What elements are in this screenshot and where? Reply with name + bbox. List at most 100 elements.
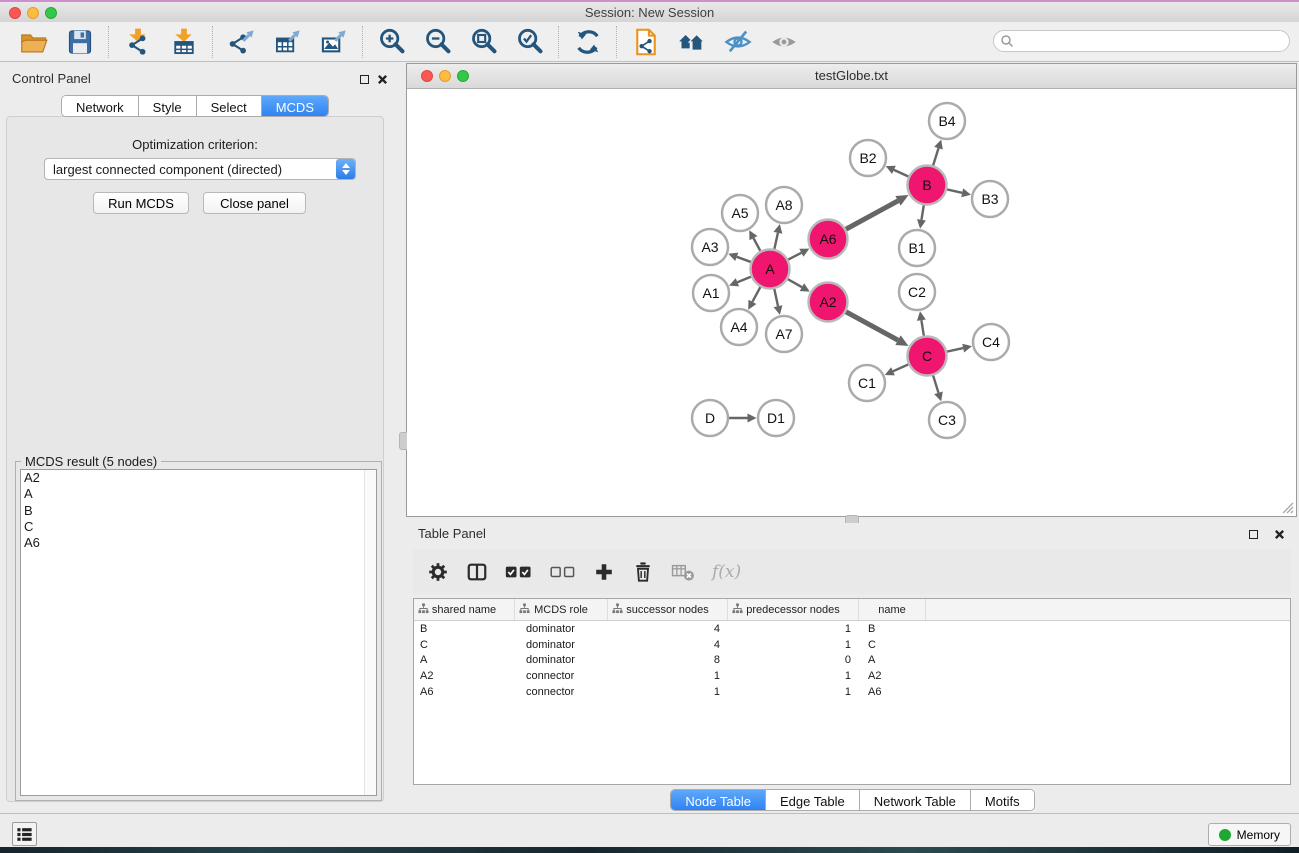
table-cell[interactable]: 1 — [608, 670, 728, 682]
table-settings-button[interactable] — [427, 561, 449, 583]
network-document-button[interactable] — [627, 25, 665, 59]
table-row[interactable]: Cdominator41C — [414, 637, 1290, 653]
column-header-label: predecessor nodes — [746, 604, 840, 616]
add-column-button[interactable] — [593, 561, 615, 583]
column-header-name[interactable]: name — [859, 599, 926, 620]
mcds-result-item[interactable]: A2 — [21, 470, 376, 486]
table-cell[interactable]: A6 — [414, 686, 515, 698]
mcds-result-item[interactable]: B — [21, 503, 376, 519]
table-cell[interactable]: A — [414, 654, 515, 666]
table-row[interactable]: Adominator80A — [414, 652, 1290, 668]
export-table-button[interactable] — [269, 25, 307, 59]
function-builder-icon: f(x) — [712, 562, 741, 582]
graphics-details-button[interactable] — [719, 25, 757, 59]
search-icon — [1000, 34, 1014, 48]
table-cell[interactable]: 4 — [608, 639, 728, 651]
zoom-fit-button[interactable] — [465, 25, 503, 59]
memory-button[interactable]: Memory — [1208, 823, 1291, 846]
table-cell[interactable]: connector — [515, 670, 608, 682]
node-label-A2: A2 — [819, 294, 836, 310]
import-table-button[interactable] — [165, 25, 203, 59]
table-cell[interactable]: 4 — [608, 623, 728, 635]
open-session-button[interactable] — [15, 25, 53, 59]
table-cell[interactable]: dominator — [515, 639, 608, 651]
task-history-button[interactable] — [12, 822, 37, 846]
table-cell[interactable]: A — [859, 654, 926, 666]
table-cell[interactable]: 1 — [728, 639, 859, 651]
edge-arrowhead — [961, 188, 971, 197]
run-mcds-button[interactable]: Run MCDS — [93, 192, 189, 214]
optimization-criterion-select[interactable]: largest connected component (directed) — [44, 158, 356, 180]
scrollbar-track[interactable] — [364, 470, 376, 795]
table-tab-motifs[interactable]: Motifs — [970, 790, 1034, 810]
split-divider-handle-left[interactable] — [399, 432, 407, 450]
table-cell[interactable]: A2 — [414, 670, 515, 682]
table-cell[interactable]: 1 — [728, 686, 859, 698]
table-cell[interactable]: B — [859, 623, 926, 635]
table-cell[interactable]: C — [414, 639, 515, 651]
table-cell[interactable]: dominator — [515, 654, 608, 666]
export-network-button[interactable] — [223, 25, 261, 59]
delete-column-button[interactable] — [632, 561, 654, 583]
table-cell[interactable]: A2 — [859, 670, 926, 682]
edge-arrowhead — [934, 140, 943, 150]
toolbar-group — [214, 25, 362, 59]
table-tab-network-table[interactable]: Network Table — [859, 790, 970, 810]
deselect-all-button[interactable] — [550, 565, 576, 579]
tab-group: NetworkStyleSelectMCDS — [61, 95, 329, 117]
control-panel-close-button[interactable] — [374, 72, 390, 86]
table-cell[interactable]: 1 — [608, 686, 728, 698]
zoom-selected-button[interactable] — [511, 25, 549, 59]
column-header-MCDS-role[interactable]: MCDS role — [515, 599, 608, 620]
table-cell[interactable]: 8 — [608, 654, 728, 666]
network-window-titlebar[interactable]: testGlobe.txt — [407, 64, 1296, 89]
home-views-button[interactable] — [673, 25, 711, 59]
table-row[interactable]: A6connector11A6 — [414, 684, 1290, 700]
tab-style[interactable]: Style — [138, 96, 196, 116]
mcds-result-item[interactable]: A — [21, 486, 376, 502]
table-cell[interactable]: 1 — [728, 670, 859, 682]
resize-grip[interactable] — [1278, 498, 1294, 514]
table-cell[interactable]: 0 — [728, 654, 859, 666]
close-panel-button[interactable]: Close panel — [203, 192, 306, 214]
save-session-button[interactable] — [61, 25, 99, 59]
search-field[interactable] — [993, 30, 1290, 52]
deselect-all-icon — [550, 565, 576, 579]
table-cell[interactable]: A6 — [859, 686, 926, 698]
mcds-result-item[interactable]: A6 — [21, 535, 376, 551]
table-cell[interactable]: C — [859, 639, 926, 651]
column-header-successor-nodes[interactable]: successor nodes — [608, 599, 728, 620]
table-cell[interactable]: B — [414, 623, 515, 635]
zoom-out-button[interactable] — [419, 25, 457, 59]
mcds-result-list[interactable]: A2ABCA6 — [20, 469, 377, 796]
control-panel-float-button[interactable] — [356, 72, 372, 86]
export-image-button[interactable] — [315, 25, 353, 59]
tab-network[interactable]: Network — [62, 96, 138, 116]
birds-eye-icon — [770, 28, 798, 56]
network-canvas[interactable]: B4B2BB3A8A5A6A3B1AC2A1A2A4A7C4CC1DD1C3 — [407, 88, 1296, 516]
table-tab-edge-table[interactable]: Edge Table — [765, 790, 859, 810]
apply-layout-button[interactable] — [569, 25, 607, 59]
birds-eye-button[interactable] — [765, 25, 803, 59]
zoom-in-button[interactable] — [373, 25, 411, 59]
table-row[interactable]: A2connector11A2 — [414, 668, 1290, 684]
column-header-shared-name[interactable]: shared name — [414, 599, 515, 620]
column-layout-button[interactable] — [466, 561, 488, 583]
tab-select[interactable]: Select — [196, 96, 261, 116]
search-input[interactable] — [1014, 33, 1289, 49]
column-header-predecessor-nodes[interactable]: predecessor nodes — [728, 599, 859, 620]
app-titlebar[interactable]: Session: New Session — [0, 2, 1299, 23]
table-panel-close-button[interactable] — [1271, 527, 1287, 541]
table-row[interactable]: Bdominator41B — [414, 621, 1290, 637]
tab-mcds[interactable]: MCDS — [261, 96, 328, 116]
node-label-B2: B2 — [859, 150, 876, 166]
node-label-B4: B4 — [938, 113, 955, 129]
table-cell[interactable]: 1 — [728, 623, 859, 635]
table-cell[interactable]: dominator — [515, 623, 608, 635]
import-network-button[interactable] — [119, 25, 157, 59]
table-tab-node-table[interactable]: Node Table — [671, 790, 765, 810]
table-panel-float-button[interactable] — [1245, 527, 1261, 541]
mcds-result-item[interactable]: C — [21, 519, 376, 535]
select-all-button[interactable] — [505, 564, 533, 580]
table-cell[interactable]: connector — [515, 686, 608, 698]
